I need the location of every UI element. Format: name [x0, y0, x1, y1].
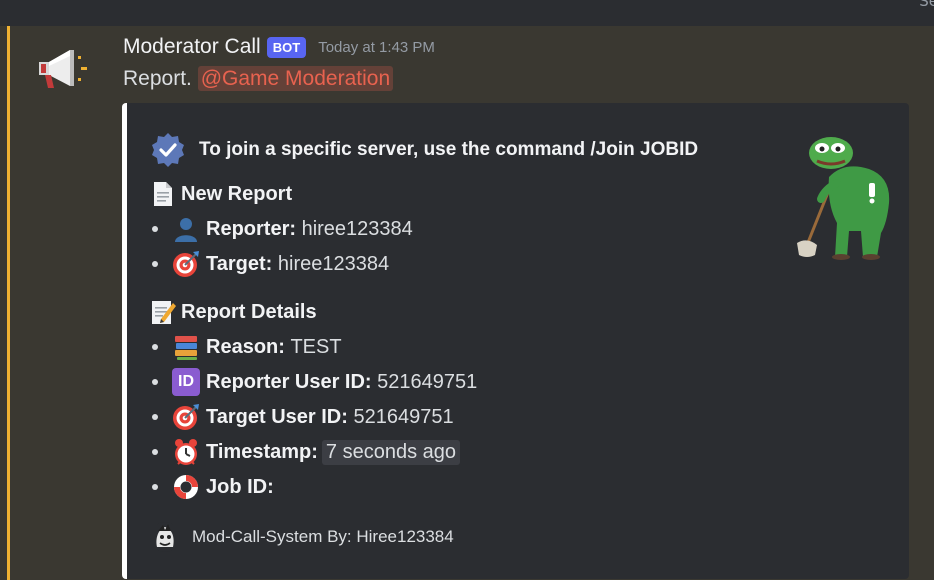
reporter-user-id-label: Reporter User ID:	[206, 370, 372, 393]
bullet	[152, 484, 158, 490]
list-item-reporter: Reporter: hiree123384	[149, 215, 413, 243]
list-item-timestamp: Timestamp: 7 seconds ago	[149, 438, 460, 466]
target-icon	[173, 251, 199, 277]
bullet	[152, 379, 158, 385]
alarm-clock-icon	[175, 439, 197, 465]
embed-footer: Mod-Call-System By: Hiree123384	[149, 521, 454, 553]
books-icon	[175, 336, 197, 360]
id-icon: ID	[172, 368, 200, 396]
embed: To join a specific server, use the comma…	[122, 103, 909, 579]
message-content: Report. @Game Moderation	[123, 66, 394, 91]
bullet	[152, 226, 158, 232]
list-item-job-id: Job ID:	[149, 473, 274, 501]
memo-icon	[152, 301, 176, 324]
target-user-id-label: Target User ID:	[206, 405, 348, 428]
bullet	[152, 414, 158, 420]
document-icon	[154, 182, 172, 206]
message-header: Moderator Call BOT Today at 1:43 PM	[123, 32, 435, 62]
bullet	[152, 344, 158, 350]
new-report-heading-text: New Report	[181, 182, 293, 205]
reporter-value: hiree123384	[301, 217, 413, 240]
username[interactable]: Moderator Call	[123, 35, 261, 59]
channel-topbar: Se	[0, 0, 934, 26]
timestamp-label: Timestamp:	[206, 440, 318, 463]
topbar-clipped-text: Se	[919, 0, 934, 10]
target-value: hiree123384	[277, 252, 390, 275]
bot-tag: BOT	[266, 36, 307, 58]
report-details-heading-text: Report Details	[181, 300, 317, 323]
target-icon	[173, 404, 199, 430]
message-timestamp[interactable]: Today at 1:43 PM	[318, 39, 435, 56]
list-item-target: Target: hiree123384	[149, 250, 389, 278]
target-label: Target:	[206, 252, 273, 275]
embed-title-text: To join a specific server, use the comma…	[199, 139, 699, 160]
frog-janitor-icon	[797, 137, 890, 260]
person-icon	[175, 218, 197, 242]
mention-highlight-bar	[7, 26, 10, 580]
list-item-reason: Reason: TEST	[149, 333, 342, 361]
footer-text: Mod-Call-System By: Hiree123384	[192, 527, 454, 546]
target-user-id-value: 521649751	[353, 405, 454, 428]
footer-avatar-icon	[150, 522, 180, 552]
list-item-reporter-user-id: ID Reporter User ID: 521649751	[149, 368, 477, 396]
role-mention[interactable]: @Game Moderation	[197, 66, 394, 91]
embed-title-line: To join a specific server, use the comma…	[149, 131, 698, 169]
megaphone-icon[interactable]	[36, 46, 92, 90]
list-item-target-user-id: Target User ID: 521649751	[149, 403, 454, 431]
bullet	[152, 261, 158, 267]
report-details-heading: Report Details	[149, 298, 317, 326]
bullet	[152, 449, 158, 455]
relative-timestamp[interactable]: 7 seconds ago	[321, 439, 460, 465]
reporter-label: Reporter:	[206, 217, 297, 240]
message[interactable]: Moderator Call BOT Today at 1:43 PM Repo…	[0, 26, 934, 580]
lifebuoy-icon	[174, 475, 198, 499]
reason-label: Reason:	[206, 335, 285, 358]
verified-check-icon	[152, 133, 184, 167]
new-report-heading: New Report	[149, 180, 292, 208]
content-text: Report.	[123, 67, 192, 90]
reporter-user-id-value: 521649751	[377, 370, 478, 393]
job-id-label: Job ID:	[206, 475, 274, 498]
reason-value: TEST	[290, 335, 342, 358]
